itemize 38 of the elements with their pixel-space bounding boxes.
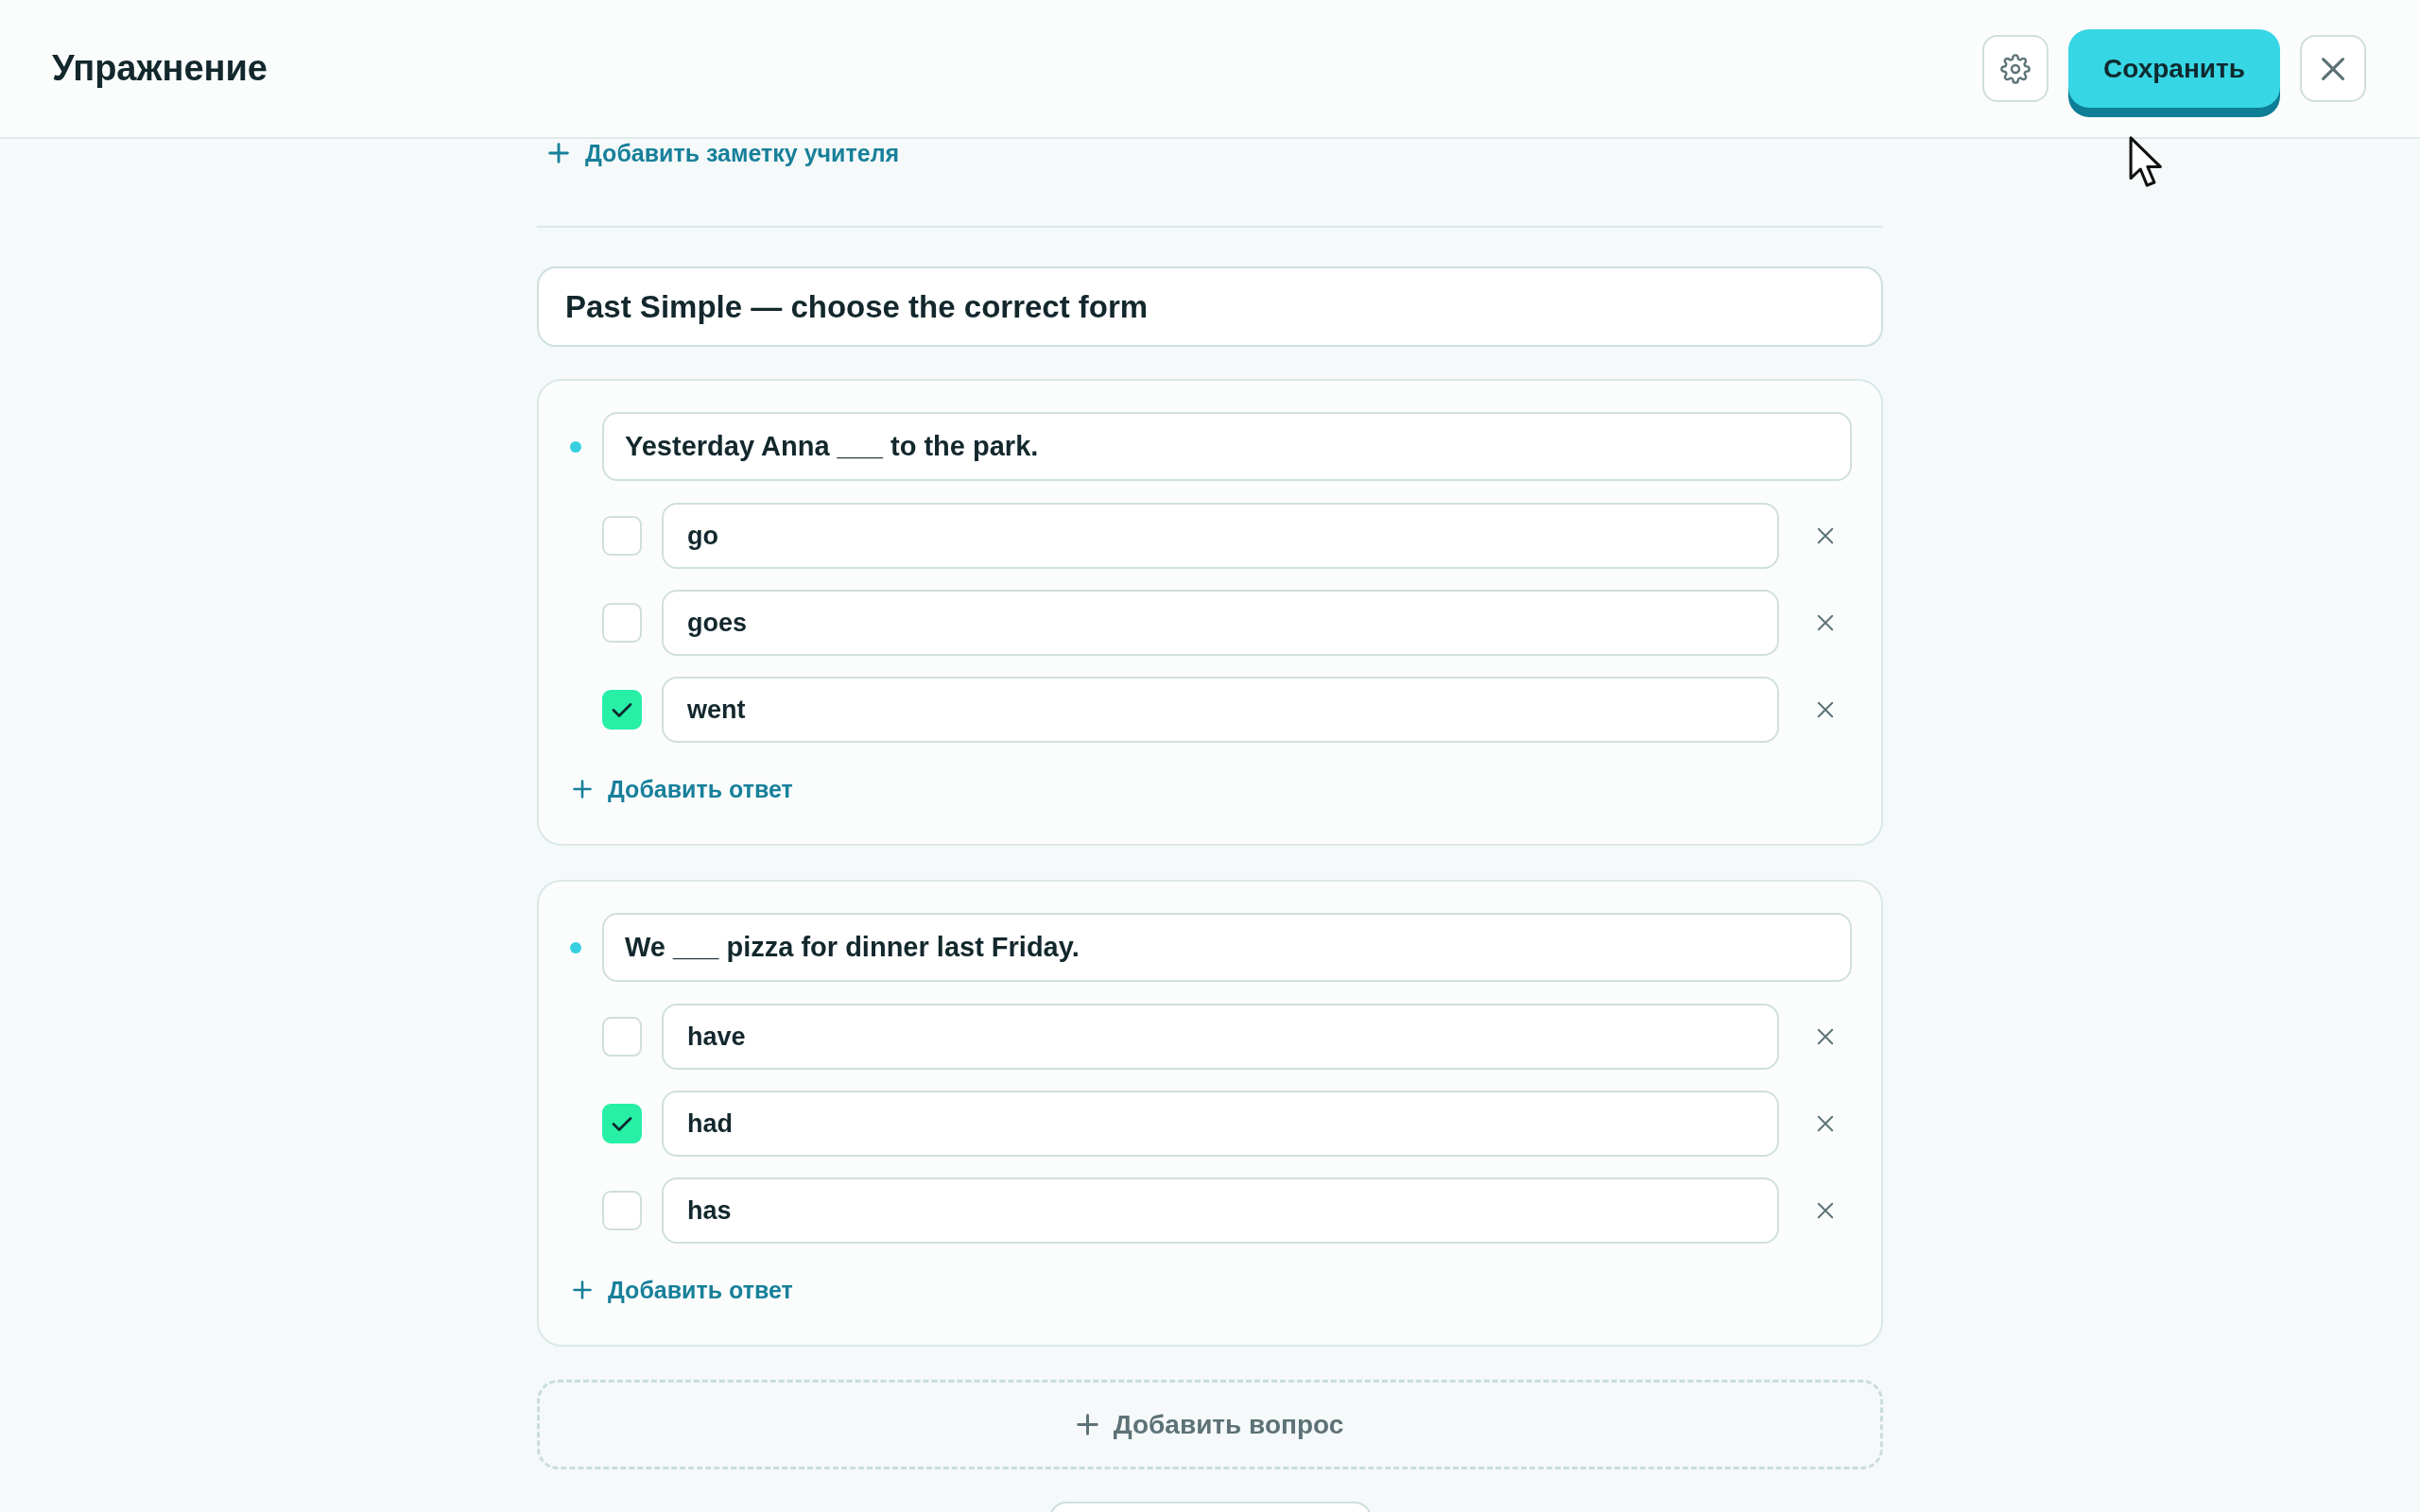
add-question-button[interactable]: Добавить вопрос bbox=[537, 1380, 1883, 1469]
answer-input[interactable]: went bbox=[662, 677, 1779, 743]
answer-input[interactable]: has bbox=[662, 1177, 1779, 1244]
checkmark-icon bbox=[612, 701, 632, 718]
add-answer-link[interactable]: Добавить ответ bbox=[573, 1276, 793, 1304]
plus-icon bbox=[573, 780, 592, 799]
add-teacher-note-link[interactable]: Добавить заметку учителя bbox=[548, 139, 900, 167]
bullet-dot-icon bbox=[570, 941, 581, 954]
close-icon bbox=[1817, 1115, 1834, 1132]
close-button[interactable] bbox=[2300, 35, 2366, 102]
plus-icon bbox=[548, 143, 569, 163]
title-input[interactable]: Past Simple — choose the correct form bbox=[537, 266, 1883, 347]
close-icon bbox=[1817, 527, 1834, 544]
settings-icon bbox=[2000, 53, 2031, 84]
answer-input[interactable]: had bbox=[662, 1091, 1779, 1157]
bullet-dot-icon bbox=[570, 440, 581, 453]
question-input[interactable]: We ___ pizza for dinner last Friday. bbox=[602, 913, 1852, 982]
checkbox[interactable] bbox=[602, 1104, 642, 1143]
page-title: Упражнение bbox=[52, 46, 268, 90]
answer-input[interactable]: have bbox=[662, 1004, 1779, 1070]
checkbox[interactable] bbox=[602, 603, 642, 643]
checkbox[interactable] bbox=[602, 1191, 642, 1230]
answer-input[interactable]: goes bbox=[662, 590, 1779, 656]
question-input[interactable]: Yesterday Anna ___ to the park. bbox=[602, 412, 1852, 481]
checkmark-icon bbox=[612, 1115, 632, 1132]
plus-icon bbox=[573, 1280, 592, 1299]
checkbox[interactable] bbox=[602, 1017, 642, 1057]
close-icon bbox=[1817, 701, 1834, 718]
settings-button[interactable] bbox=[1982, 35, 2048, 102]
checkbox[interactable] bbox=[602, 516, 642, 556]
checkbox[interactable] bbox=[602, 690, 642, 730]
add-answer-link[interactable]: Добавить ответ bbox=[573, 775, 793, 803]
answer-input[interactable]: go bbox=[662, 503, 1779, 569]
close-icon bbox=[2321, 56, 2345, 81]
close-icon bbox=[1817, 1202, 1834, 1219]
plus-icon bbox=[1076, 1414, 1098, 1435]
close-icon bbox=[1817, 614, 1834, 631]
close-icon bbox=[1817, 1028, 1834, 1045]
